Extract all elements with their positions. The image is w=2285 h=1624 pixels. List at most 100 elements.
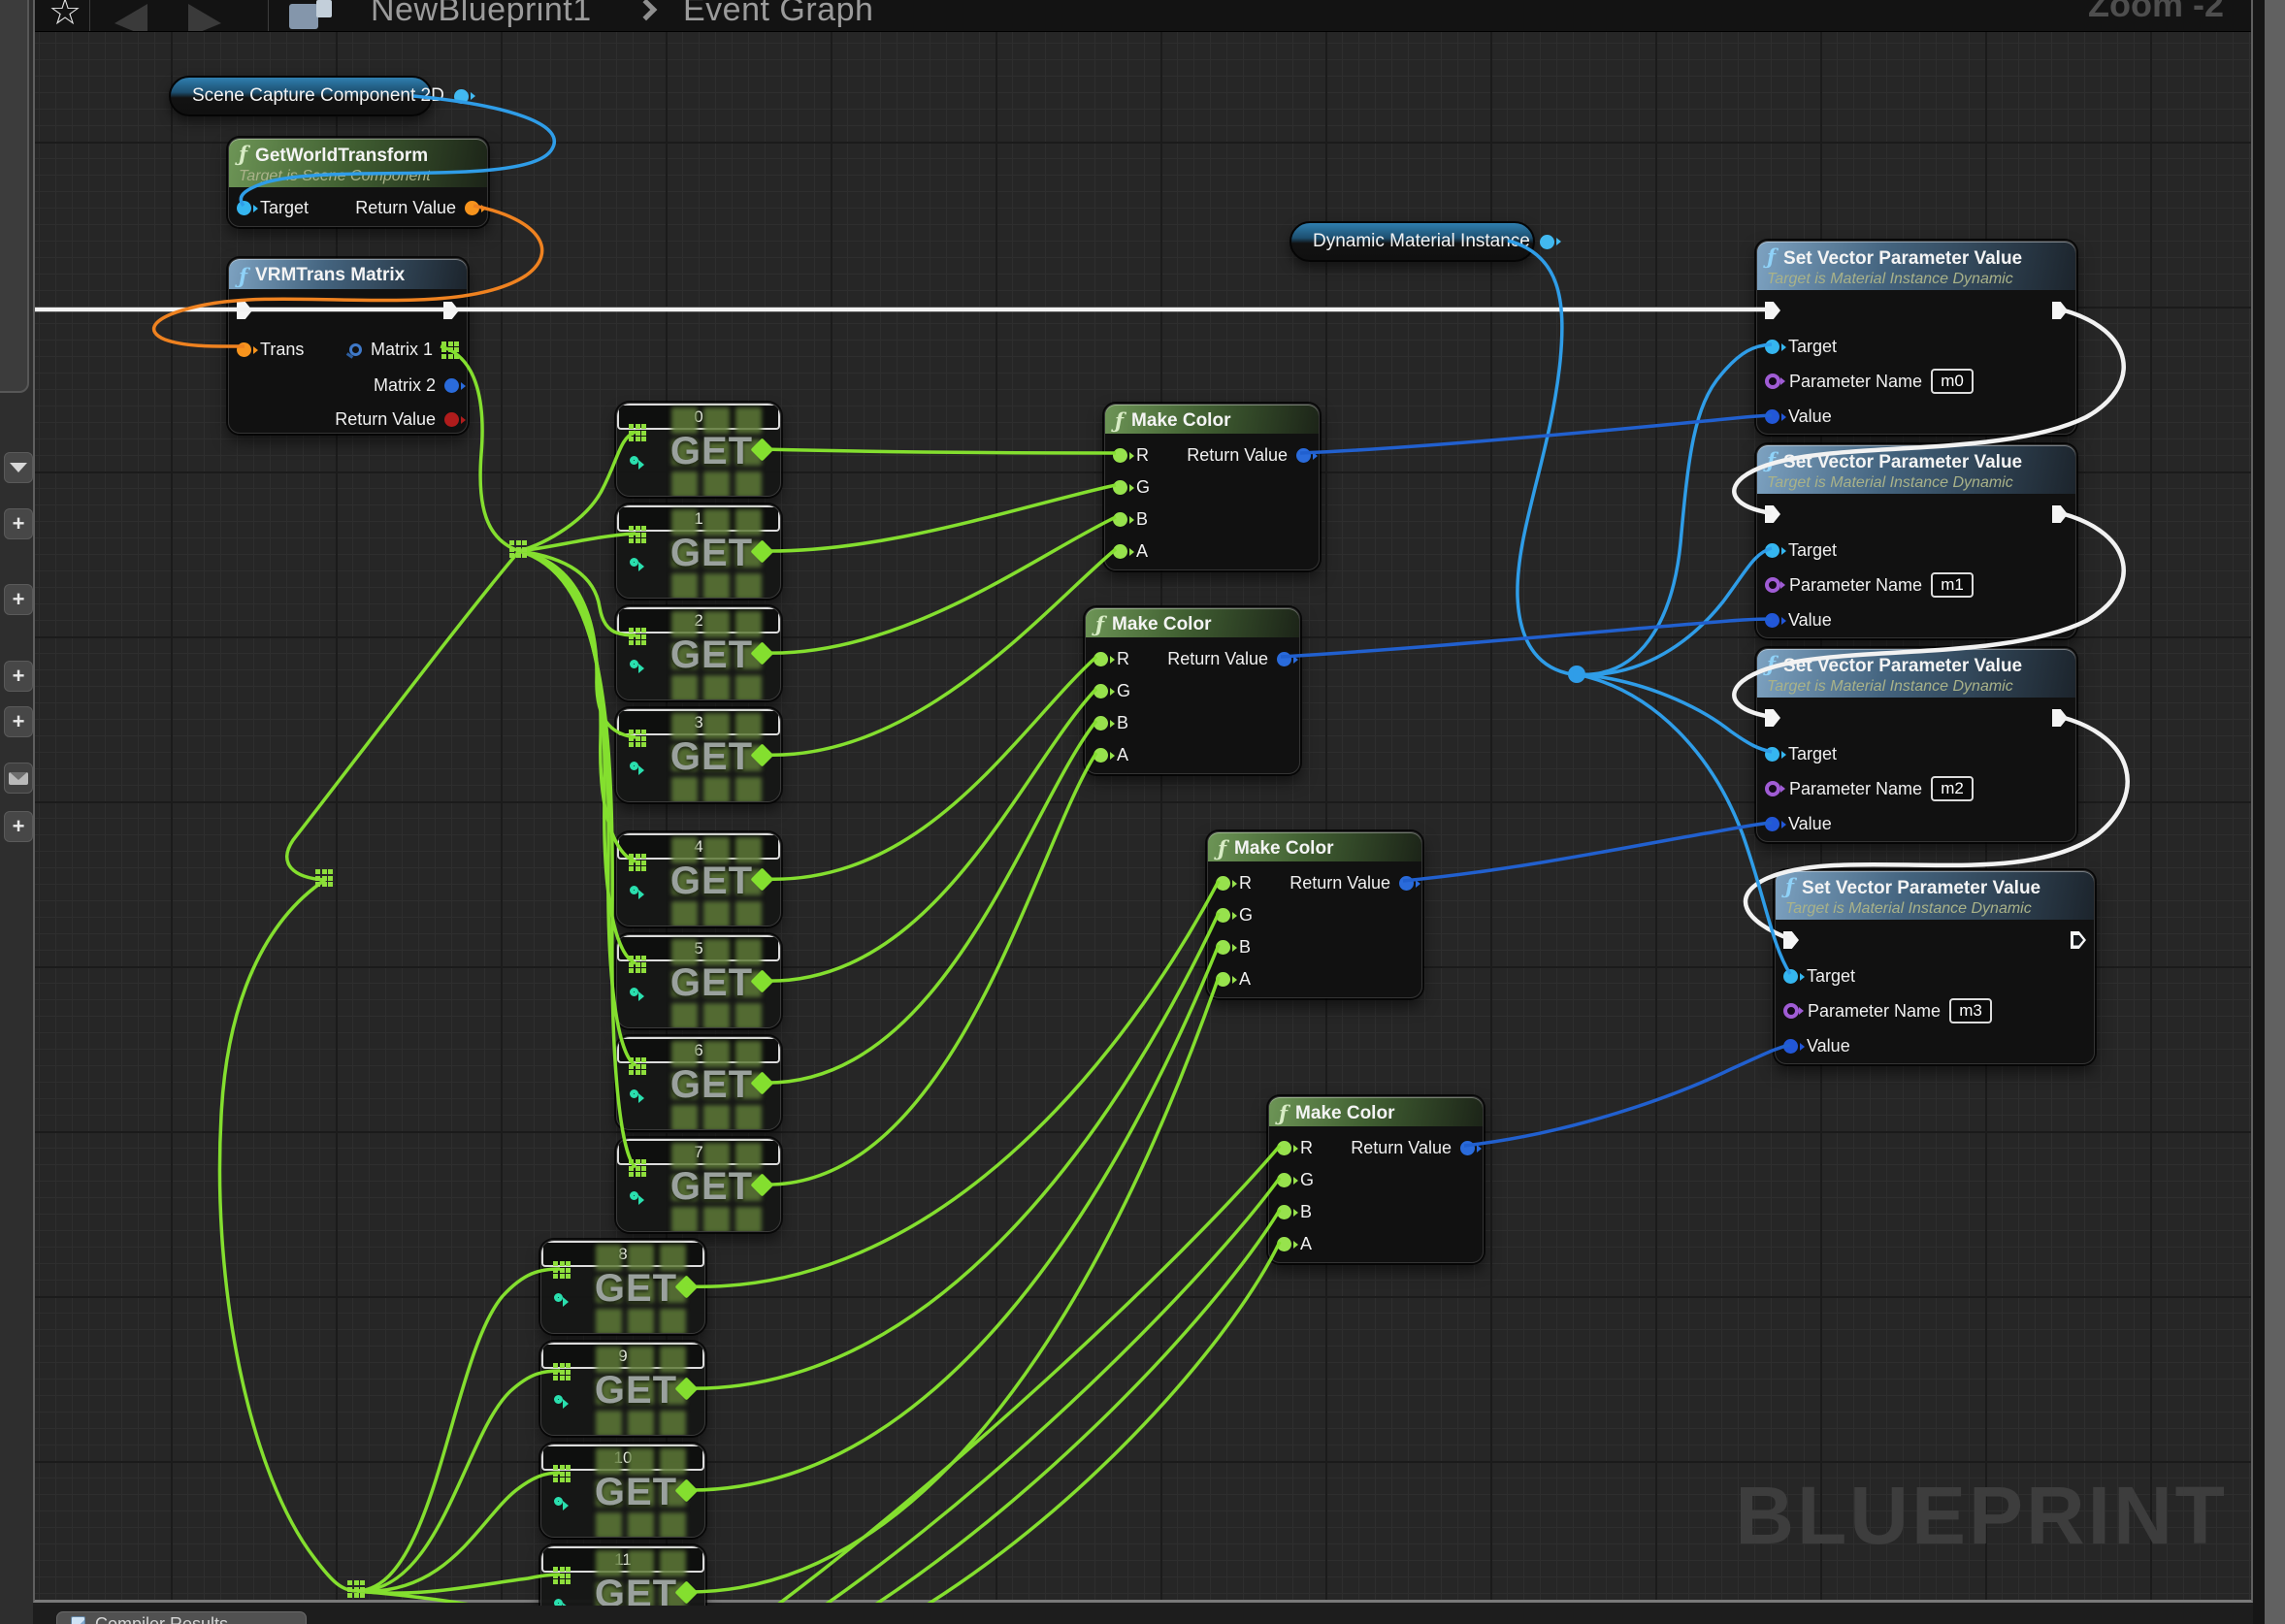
parameter-name-value-box[interactable]: m1 (1931, 572, 1974, 598)
parameter-name-input-pin[interactable] (1765, 781, 1780, 796)
exec-out-pin[interactable] (443, 302, 459, 319)
target-input-pin[interactable] (1765, 543, 1779, 558)
value-input-pin[interactable] (1765, 817, 1779, 831)
set-vector-parameter-value-node[interactable]: ƒSet Vector Parameter ValueTarget is Mat… (1775, 870, 2095, 1064)
scene-capture-component-node[interactable]: Scene Capture Component 2D (169, 76, 433, 116)
array-input-pin[interactable] (629, 526, 646, 543)
back-arrow-icon[interactable] (114, 4, 147, 32)
vrm-trans-matrix-node[interactable]: ƒVRMTrans MatrixTransMatrix 1Matrix 2Ret… (228, 258, 468, 434)
add-button-3[interactable]: + (4, 661, 33, 692)
get-world-transform-node[interactable]: ƒGetWorldTransformTarget is Scene Compon… (228, 138, 488, 227)
array-get-node[interactable]: GET8 (540, 1240, 705, 1334)
color-output-pin[interactable] (1277, 652, 1291, 666)
array-get-node[interactable]: GET5 (616, 934, 781, 1028)
set-vector-parameter-value-node[interactable]: ƒSet Vector Parameter ValueTarget is Mat… (1756, 241, 2076, 435)
float-input-pin[interactable] (1277, 1173, 1291, 1187)
exec-in-pin[interactable] (1765, 302, 1780, 319)
target-input-pin[interactable] (1765, 340, 1779, 354)
exec-out-pin[interactable] (2052, 505, 2068, 523)
array-input-pin[interactable] (629, 730, 646, 747)
add-button-2[interactable]: + (4, 584, 33, 615)
float-input-pin[interactable] (1113, 480, 1127, 495)
make-color-node[interactable]: ƒMake ColorRGBAReturn Value (1104, 404, 1320, 570)
float-input-pin[interactable] (1277, 1141, 1291, 1155)
exec-in-pin[interactable] (1765, 505, 1780, 523)
return-value-output-pin[interactable] (465, 201, 479, 215)
array-get-node[interactable]: GET6 (616, 1036, 781, 1130)
index-input-pin[interactable] (630, 1089, 638, 1098)
target-input-pin[interactable] (237, 201, 251, 215)
array-input-pin[interactable] (629, 1057, 646, 1075)
float-input-pin[interactable] (1113, 512, 1127, 527)
exec-in-pin[interactable] (1783, 931, 1799, 949)
parameter-name-value-box[interactable]: m0 (1931, 369, 1974, 394)
array-input-pin[interactable] (553, 1567, 571, 1584)
index-input-pin[interactable] (554, 1497, 563, 1506)
parameter-name-value-box[interactable]: m3 (1949, 998, 1992, 1023)
set-vector-parameter-value-node[interactable]: ƒSet Vector Parameter ValueTarget is Mat… (1756, 648, 2076, 842)
float-input-pin[interactable] (1113, 544, 1127, 559)
value-input-pin[interactable] (1765, 613, 1779, 628)
index-input-pin[interactable] (630, 660, 638, 668)
return-value-output-pin[interactable] (444, 412, 459, 427)
array-input-pin[interactable] (629, 424, 646, 441)
array-get-node[interactable]: GET9 (540, 1342, 705, 1436)
float-input-pin[interactable] (1216, 876, 1230, 891)
parameter-name-input-pin[interactable] (1783, 1003, 1799, 1019)
forward-arrow-icon[interactable] (188, 4, 221, 32)
matrix1-array-output-pin[interactable] (441, 341, 459, 359)
array-input-pin[interactable] (553, 1363, 571, 1380)
float-input-pin[interactable] (1216, 972, 1230, 987)
make-color-node[interactable]: ƒMake ColorRGBAReturn Value (1268, 1096, 1484, 1263)
array-input-pin[interactable] (553, 1465, 571, 1482)
reroute-node[interactable] (347, 1580, 365, 1598)
float-input-pin[interactable] (1094, 716, 1108, 731)
right-panel-edge[interactable] (2265, 0, 2285, 1624)
add-button-5[interactable]: + (4, 811, 33, 842)
array-get-node[interactable]: GET7 (616, 1138, 781, 1232)
make-color-node[interactable]: ƒMake ColorRGBAReturn Value (1085, 607, 1300, 774)
float-input-pin[interactable] (1277, 1237, 1291, 1251)
value-input-pin[interactable] (1783, 1039, 1798, 1054)
color-output-pin[interactable] (1296, 448, 1311, 463)
float-input-pin[interactable] (1277, 1205, 1291, 1219)
array-get-node[interactable]: GET1 (616, 504, 781, 599)
index-input-pin[interactable] (630, 456, 638, 465)
reroute-node[interactable] (1568, 666, 1585, 683)
object-output-pin[interactable] (454, 89, 469, 104)
category-dropdown-button[interactable] (4, 452, 33, 483)
event-dispatcher-button[interactable] (4, 763, 33, 794)
event-graph-canvas[interactable]: ☆ NewBlueprint1 Event Graph Zoom -2 BLUE… (33, 0, 2253, 1603)
index-input-pin[interactable] (630, 558, 638, 567)
parameter-name-value-box[interactable]: m2 (1931, 776, 1974, 801)
array-input-pin[interactable] (629, 854, 646, 871)
float-input-pin[interactable] (1216, 940, 1230, 955)
target-input-pin[interactable] (1783, 969, 1798, 984)
array-input-pin[interactable] (629, 1159, 646, 1177)
array-get-node[interactable]: GET10 (540, 1444, 705, 1538)
trans-input-pin[interactable] (237, 342, 251, 357)
array-get-node[interactable]: GET3 (616, 708, 781, 802)
array-get-node[interactable]: GET0 (616, 403, 781, 497)
index-input-pin[interactable] (630, 1191, 638, 1200)
exec-in-pin[interactable] (1765, 709, 1780, 727)
exec-out-pin[interactable] (2052, 302, 2068, 319)
breadcrumb-blueprint-name[interactable]: NewBlueprint1 (371, 0, 592, 29)
array-input-pin[interactable] (629, 956, 646, 973)
reroute-node[interactable] (315, 869, 333, 887)
value-input-pin[interactable] (1765, 409, 1779, 424)
array-get-node[interactable]: GET2 (616, 606, 781, 700)
float-input-pin[interactable] (1094, 748, 1108, 763)
float-input-pin[interactable] (1094, 684, 1108, 698)
compiler-results-tab[interactable]: Compiler Results (56, 1611, 307, 1624)
float-input-pin[interactable] (1094, 652, 1108, 666)
make-color-node[interactable]: ƒMake ColorRGBAReturn Value (1207, 831, 1422, 998)
index-input-pin[interactable] (630, 988, 638, 996)
add-button-1[interactable]: + (4, 508, 33, 539)
favorite-star-icon[interactable]: ☆ (49, 0, 82, 32)
exec-in-pin[interactable] (237, 302, 252, 319)
index-input-pin[interactable] (630, 762, 638, 770)
parameter-name-input-pin[interactable] (1765, 374, 1780, 389)
array-input-pin[interactable] (629, 628, 646, 645)
exec-out-pin[interactable] (2052, 709, 2068, 727)
